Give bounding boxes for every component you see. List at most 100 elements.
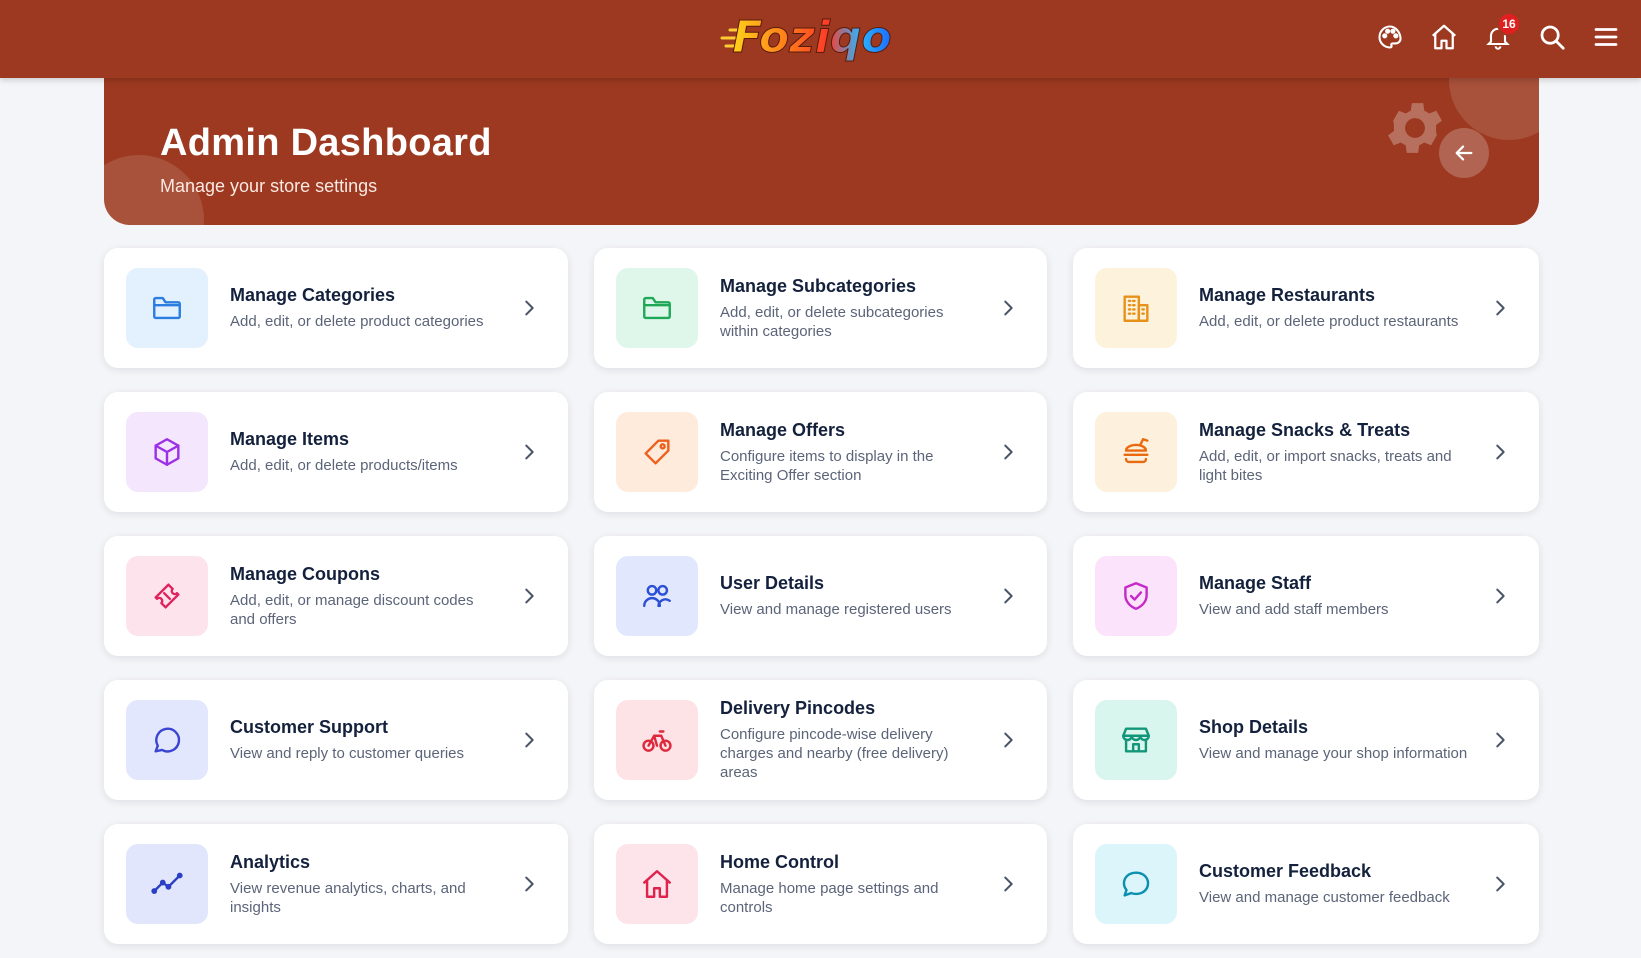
foziqo-logo[interactable]: Foziqo xyxy=(720,8,905,68)
card-description: View and reply to customer queries xyxy=(230,745,465,762)
card-title: Manage Restaurants xyxy=(1199,285,1376,305)
arrow-left-icon xyxy=(1455,145,1473,161)
card-manage-restaurants[interactable]: Manage Restaurants Add, edit, or delete p… xyxy=(1073,248,1539,368)
card-title: Delivery Pincodes xyxy=(720,698,876,718)
card-title: Manage Staff xyxy=(1199,573,1312,593)
card-manage-items[interactable]: Manage Items Add, edit, or delete product… xyxy=(104,392,568,512)
box-icon xyxy=(154,438,180,466)
card-icon-box xyxy=(1095,700,1177,780)
admin-card-grid: Manage Categories Add, edit, or delete pr… xyxy=(104,248,1539,944)
shield-check-icon xyxy=(1124,582,1148,610)
card-home-control[interactable]: Home Control Manage home page settings an… xyxy=(594,824,1047,944)
card-description: View and manage registered users xyxy=(720,601,952,618)
chevron-right-icon xyxy=(1004,300,1013,316)
trend-icon xyxy=(151,872,183,894)
users-icon xyxy=(643,584,671,608)
card-description: Configure pincode-wise delivery charges … xyxy=(720,726,949,781)
card-icon-box xyxy=(1095,268,1177,348)
card-title: Shop Details xyxy=(1199,717,1309,737)
card-description: View revenue analytics, charts, and insi… xyxy=(230,879,466,916)
bike-icon xyxy=(642,730,672,752)
card-user-details[interactable]: User Details View and manage registered u… xyxy=(594,536,1047,656)
card-manage-categories[interactable]: Manage Categories Add, edit, or delete pr… xyxy=(104,248,568,368)
card-customer-feedback[interactable]: Customer Feedback View and manage custome… xyxy=(1073,824,1539,944)
card-icon-box xyxy=(126,268,208,348)
notification-bell-icon[interactable]: 16 xyxy=(1481,12,1521,54)
dashboard-banner: Admin Dashboard Manage your store settin… xyxy=(104,70,1539,225)
page-title: Admin Dashboard xyxy=(160,122,492,164)
card-title: User Details xyxy=(720,573,825,593)
card-description: View and manage customer feedback xyxy=(1199,889,1450,906)
burger-icon xyxy=(1123,438,1149,464)
card-icon-box xyxy=(616,700,698,780)
message-icon xyxy=(1122,871,1150,897)
chevron-right-icon xyxy=(525,876,534,892)
card-title: Analytics xyxy=(230,851,311,872)
chevron-right-icon xyxy=(1004,588,1013,604)
card-description: Manage home page settings and controls xyxy=(720,879,939,916)
card-manage-snacks-and-treats[interactable]: Manage Snacks & Treats Add, edit, or impo… xyxy=(1073,392,1539,512)
card-title: Manage Snacks & Treats xyxy=(1199,419,1411,440)
chevron-right-icon xyxy=(1496,588,1505,604)
notification-badge: 16 xyxy=(1497,12,1521,36)
card-title: Manage Offers xyxy=(720,419,846,440)
card-icon-box xyxy=(126,844,208,924)
card-icon-box xyxy=(1095,556,1177,636)
chevron-right-icon xyxy=(525,300,534,316)
menu-icon[interactable] xyxy=(1589,20,1623,54)
chevron-right-icon xyxy=(1496,732,1505,748)
card-manage-offers[interactable]: Manage Offers Configure items to display … xyxy=(594,392,1047,512)
chevron-right-icon xyxy=(525,732,534,748)
card-manage-staff[interactable]: Manage Staff View and add staff members xyxy=(1073,536,1539,656)
card-description: Add, edit, or import snacks, treats and … xyxy=(1199,447,1452,484)
card-description: Configure items to display in the Exciti… xyxy=(720,447,934,484)
chevron-right-icon xyxy=(1004,732,1013,748)
card-description: Add, edit, or delete product restaurants xyxy=(1199,313,1459,330)
card-icon-box xyxy=(616,268,698,348)
tag-icon xyxy=(644,439,670,465)
card-analytics[interactable]: Analytics View revenue analytics, charts,… xyxy=(104,824,568,944)
chevron-right-icon xyxy=(525,588,534,604)
home-icon xyxy=(643,870,671,898)
chevron-right-icon xyxy=(1496,300,1505,316)
card-icon-box xyxy=(1095,412,1177,492)
card-shop-details[interactable]: Shop Details View and manage your shop in… xyxy=(1073,680,1539,800)
card-title: Manage Coupons xyxy=(230,563,381,584)
folder-icon xyxy=(153,296,181,320)
card-title: Home Control xyxy=(720,851,839,872)
store-icon xyxy=(1122,727,1150,753)
chat-icon xyxy=(154,727,181,753)
page-subtitle: Manage your store settings xyxy=(160,176,378,196)
card-description: Add, edit, or delete products/items xyxy=(230,457,458,474)
card-description: View and add staff members xyxy=(1199,601,1389,618)
svg-text:Foziqo: Foziqo xyxy=(732,12,891,63)
card-manage-coupons[interactable]: Manage Coupons Add, edit, or manage disco… xyxy=(104,536,568,656)
card-description: Add, edit, or manage discount codes and … xyxy=(230,591,474,628)
back-button[interactable] xyxy=(1439,128,1489,178)
card-description: Add, edit, or delete subcategories withi… xyxy=(720,303,944,340)
card-icon-box xyxy=(126,412,208,492)
chevron-right-icon xyxy=(525,444,534,460)
card-customer-support[interactable]: Customer Support View and reply to custom… xyxy=(104,680,568,800)
card-icon-box xyxy=(126,556,208,636)
chevron-right-icon xyxy=(1496,444,1505,460)
card-icon-box xyxy=(126,700,208,780)
chevron-right-icon xyxy=(1004,876,1013,892)
ticket-icon xyxy=(154,583,180,609)
card-description: Add, edit, or delete product categories xyxy=(230,313,484,330)
card-title: Manage Subcategories xyxy=(720,275,917,296)
chevron-right-icon xyxy=(1496,876,1505,892)
search-icon[interactable] xyxy=(1535,20,1569,54)
card-title: Customer Support xyxy=(230,717,389,737)
card-icon-box xyxy=(616,412,698,492)
card-title: Manage Categories xyxy=(230,285,396,305)
card-manage-subcategories[interactable]: Manage Subcategories Add, edit, or delete… xyxy=(594,248,1047,368)
palette-icon[interactable] xyxy=(1373,20,1407,54)
card-description: View and manage your shop information xyxy=(1199,745,1468,762)
card-icon-box xyxy=(616,844,698,924)
chevron-right-icon xyxy=(1004,444,1013,460)
home-icon[interactable] xyxy=(1427,20,1461,54)
folder-icon xyxy=(643,296,671,320)
card-delivery-pincodes[interactable]: Delivery Pincodes Configure pincode-wise … xyxy=(594,680,1047,800)
card-icon-box xyxy=(616,556,698,636)
